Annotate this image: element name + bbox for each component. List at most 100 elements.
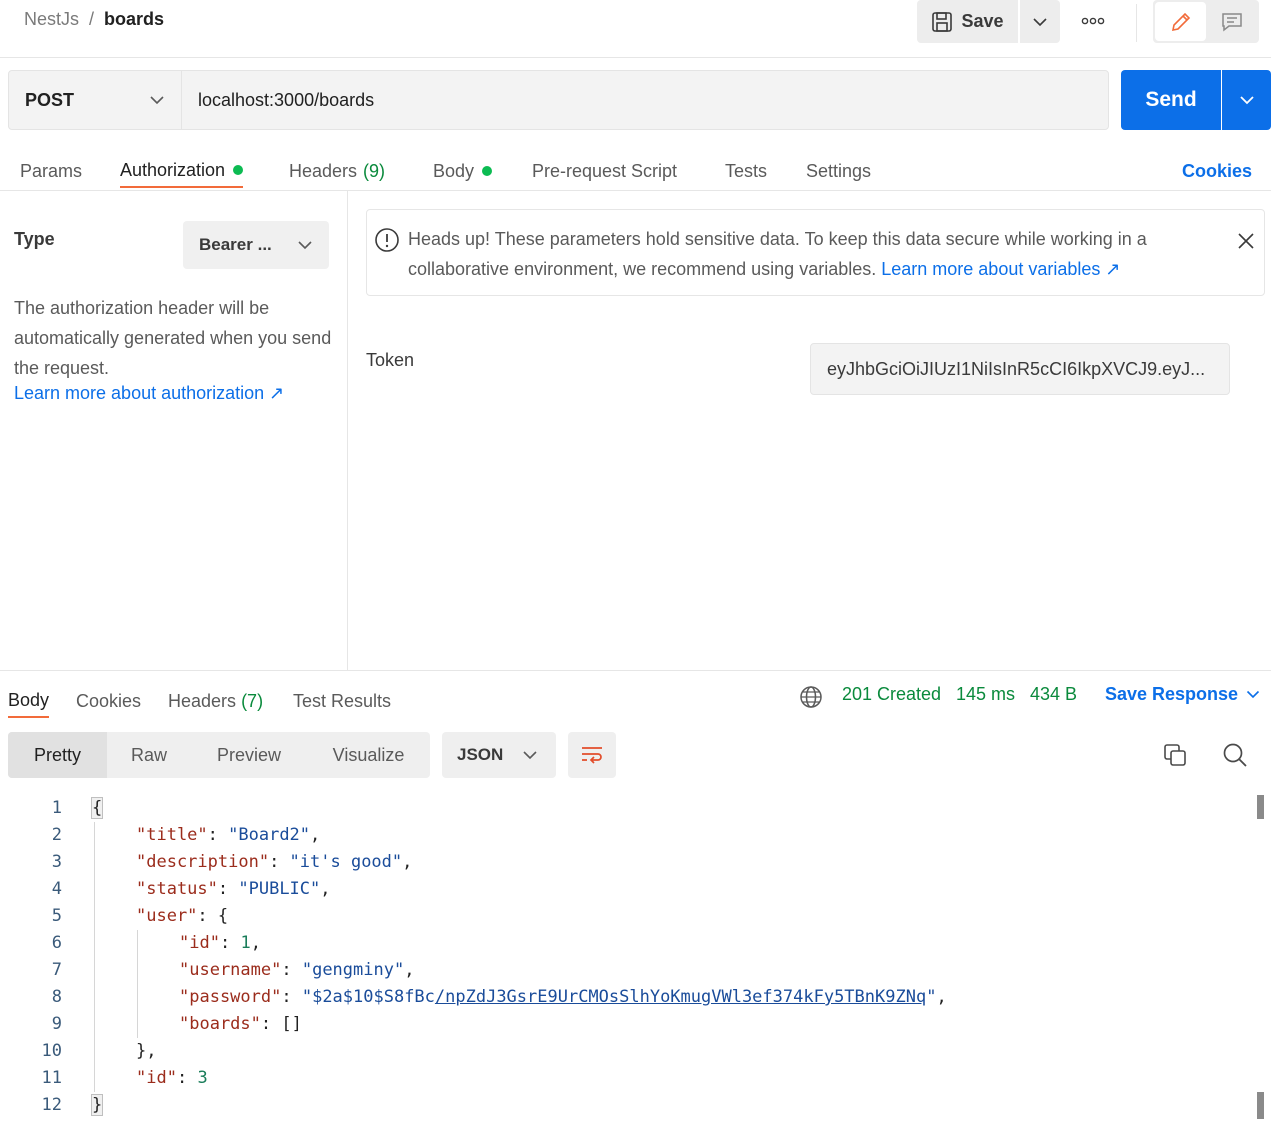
- chevron-down-icon: [1239, 96, 1254, 105]
- tab-prerequest-script[interactable]: Pre-request Script: [532, 154, 677, 188]
- auth-type-label: Type: [14, 229, 55, 249]
- json-string: "it's good": [289, 852, 403, 872]
- tab-settings[interactable]: Settings: [806, 154, 871, 188]
- code-line: 4 "status": "PUBLIC",: [0, 876, 1250, 903]
- alert-message: Heads up! These parameters hold sensitiv…: [408, 224, 1218, 284]
- learn-more-variables-link[interactable]: Learn more about variables ↗: [881, 259, 1120, 279]
- response-size[interactable]: 434 B: [1030, 684, 1077, 708]
- code-line: 6 "id": 1,: [0, 930, 1250, 957]
- line-content: "description": "it's good",: [136, 852, 413, 872]
- code-line: 10 },: [0, 1038, 1250, 1065]
- edit-mode-button[interactable]: [1155, 2, 1206, 41]
- json-brace: {: [217, 906, 229, 926]
- tab-headers[interactable]: Headers (9): [289, 154, 385, 188]
- send-group: Send: [1121, 70, 1271, 130]
- line-number: 11: [41, 1068, 62, 1088]
- copy-icon[interactable]: [1162, 742, 1188, 768]
- send-options-button[interactable]: [1222, 70, 1271, 130]
- save-options-button[interactable]: [1020, 0, 1060, 43]
- breadcrumb-request-name[interactable]: boards: [104, 9, 164, 30]
- globe-icon[interactable]: [799, 685, 823, 709]
- line-content: "status": "PUBLIC",: [136, 879, 331, 899]
- save-group: Save: [917, 0, 1060, 43]
- view-visualize[interactable]: Visualize: [307, 732, 430, 778]
- method-select[interactable]: POST: [9, 71, 182, 129]
- request-tabs: Params Authorization Headers (9) Body Pre…: [0, 146, 1271, 191]
- response-body-editor[interactable]: 1 { 2 "title": "Board2", 3 "description"…: [0, 795, 1264, 1122]
- code-line: 12 }: [0, 1092, 1250, 1119]
- send-button[interactable]: Send: [1121, 70, 1221, 130]
- response-headers-label: Headers: [168, 690, 237, 711]
- chevron-down-icon: [298, 241, 312, 250]
- view-pretty[interactable]: Pretty: [8, 732, 107, 778]
- token-input[interactable]: eyJhbGciOiJIUzI1NiIsInR5cCI6IkpXVCJ9.eyJ…: [810, 343, 1230, 395]
- url-bar: POST: [8, 70, 1109, 130]
- response-divider[interactable]: [0, 670, 1271, 671]
- response-headers-count: (7): [241, 690, 264, 711]
- cookies-link[interactable]: Cookies: [1182, 154, 1252, 188]
- format-select[interactable]: JSON: [442, 732, 556, 778]
- save-button[interactable]: Save: [917, 0, 1018, 43]
- format-value: JSON: [457, 745, 504, 764]
- tab-authorization[interactable]: Authorization: [120, 154, 244, 188]
- view-raw[interactable]: Raw: [107, 732, 191, 778]
- pencil-icon: [1171, 12, 1190, 31]
- auth-type-value: Bearer ...: [199, 235, 272, 254]
- json-key: "title": [136, 825, 208, 845]
- line-content: }: [90, 1092, 104, 1119]
- status-code[interactable]: 201 Created: [842, 684, 941, 708]
- json-number: 3: [197, 1068, 208, 1088]
- breadcrumb-separator: /: [89, 9, 95, 29]
- response-tab-test-results[interactable]: Test Results: [293, 684, 391, 718]
- response-time[interactable]: 145 ms: [956, 684, 1015, 708]
- tab-body[interactable]: Body: [433, 154, 493, 188]
- url-input[interactable]: [182, 71, 1108, 129]
- response-tab-cookies[interactable]: Cookies: [76, 684, 141, 718]
- breadcrumb-collection[interactable]: NestJs: [24, 9, 79, 30]
- line-number: 9: [51, 1014, 62, 1034]
- warning-circle-icon: [375, 228, 399, 252]
- code-line: 11 "id": 3: [0, 1065, 1250, 1092]
- line-number: 1: [51, 798, 62, 818]
- view-preview[interactable]: Preview: [191, 732, 307, 778]
- response-view-switcher: Pretty Raw Preview Visualize: [8, 732, 430, 778]
- line-number: 3: [51, 852, 62, 872]
- json-string: "PUBLIC": [238, 879, 321, 899]
- line-content: {: [90, 795, 104, 822]
- tab-params[interactable]: Params: [20, 154, 82, 188]
- json-brace: },: [136, 1041, 157, 1061]
- save-response-button[interactable]: Save Response: [1105, 684, 1260, 705]
- auth-type-select[interactable]: Bearer ...: [183, 221, 329, 269]
- json-key: "description": [136, 852, 270, 872]
- tab-tests[interactable]: Tests: [725, 154, 767, 188]
- response-tab-body[interactable]: Body: [8, 684, 50, 718]
- json-array: []: [281, 1014, 302, 1034]
- code-line: 5 "user": {: [0, 903, 1250, 930]
- tab-headers-label: Headers: [289, 160, 358, 181]
- json-key: "password": [179, 987, 282, 1007]
- code-line: 3 "description": "it's good",: [0, 849, 1250, 876]
- line-content: "password": "$2a$10$S8fBc/npZdJ3GsrE9UrC…: [179, 987, 947, 1007]
- line-content: "user": {: [136, 906, 229, 926]
- code-line: 1 {: [0, 795, 1250, 822]
- line-number: 4: [51, 879, 62, 899]
- line-number: 5: [51, 906, 62, 926]
- floppy-disk-icon: [932, 11, 953, 32]
- scrollbar-thumb[interactable]: [1257, 1092, 1264, 1119]
- scrollbar-thumb[interactable]: [1257, 795, 1264, 819]
- auth-description: The authorization header will be automat…: [14, 298, 332, 378]
- breadcrumb: NestJs / boards: [24, 9, 164, 30]
- learn-more-authorization-link[interactable]: Learn more about authorization ↗: [14, 383, 284, 404]
- response-tab-headers[interactable]: Headers (7): [168, 684, 263, 718]
- json-number: 1: [240, 933, 251, 953]
- tab-prerequest-label: Pre-request Script: [532, 160, 678, 181]
- json-string-link[interactable]: /npZdJ3GsrE9UrCMOsSlhYoKmugVWl3ef374kFy5…: [435, 987, 926, 1007]
- comments-button[interactable]: [1206, 2, 1257, 41]
- auth-type-panel: Type Bearer ... The authorization header…: [0, 191, 348, 671]
- wrap-lines-button[interactable]: [568, 732, 616, 778]
- more-options-button[interactable]: [1073, 6, 1113, 36]
- json-key: "user": [136, 906, 198, 926]
- search-icon[interactable]: [1222, 742, 1248, 768]
- tab-authorization-label: Authorization: [120, 159, 226, 180]
- close-icon[interactable]: [1236, 231, 1256, 251]
